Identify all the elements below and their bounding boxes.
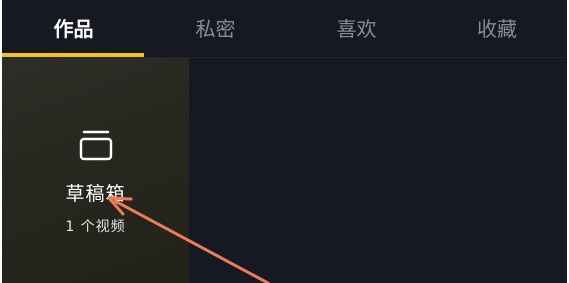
drafts-title: 草稿箱	[65, 183, 126, 205]
tab-likes[interactable]: 喜欢	[286, 0, 427, 58]
tab-favorites[interactable]: 收藏	[427, 0, 567, 58]
profile-screen: 作品 私密 喜欢 收藏 草稿箱 1 个视频	[2, 0, 567, 283]
works-grid: 草稿箱 1 个视频	[2, 58, 567, 283]
drafts-video-count: 1 个视频	[65, 219, 126, 235]
drafts-box-icon	[79, 130, 113, 161]
profile-tab-bar: 作品 私密 喜欢 收藏	[2, 0, 567, 58]
tab-works[interactable]: 作品	[2, 0, 145, 58]
tab-private[interactable]: 私密	[145, 0, 286, 58]
drafts-card[interactable]: 草稿箱 1 个视频	[2, 58, 189, 283]
